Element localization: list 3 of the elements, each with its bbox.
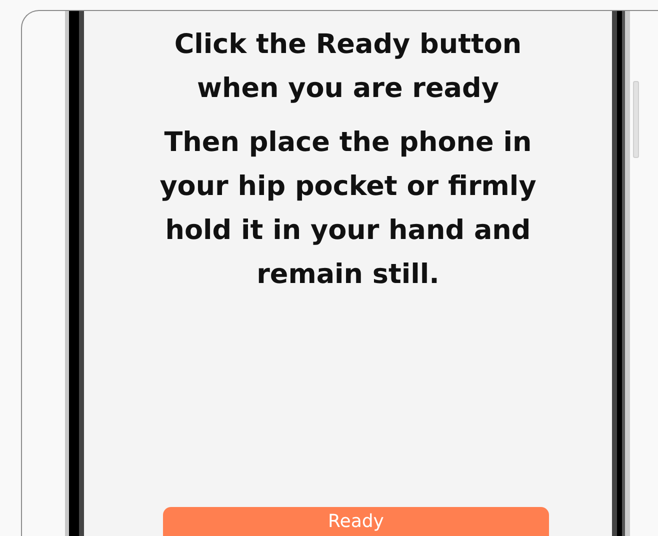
- detail-text: Then place the phone in your hip pocket or firmly hold it in your hand and remain still.: [158, 126, 538, 292]
- instruction-text: Click the Ready button when you are ready: [173, 28, 523, 106]
- ready-button[interactable]: Ready: [163, 507, 549, 536]
